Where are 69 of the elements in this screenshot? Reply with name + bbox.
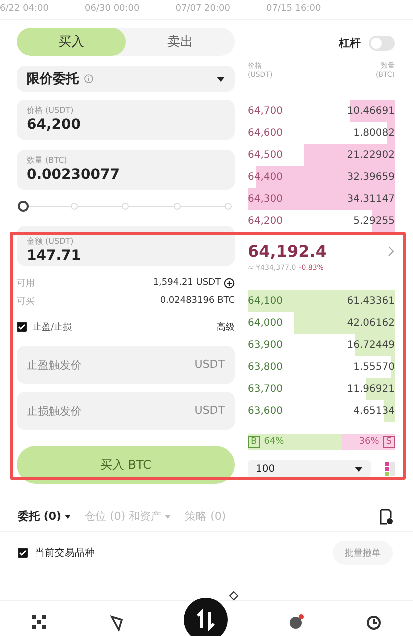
order-price: 64,000 xyxy=(248,318,283,328)
order-amount: 61.43361 xyxy=(347,296,395,306)
checkbox[interactable] xyxy=(18,548,28,558)
order-price: 63,700 xyxy=(248,384,283,394)
caret-icon xyxy=(355,466,363,472)
order-price: 64,300 xyxy=(248,194,283,204)
side-tab[interactable]: 卖出 xyxy=(126,28,235,56)
buy-tag: B xyxy=(248,436,260,448)
checkbox-label: 止盈/止损 xyxy=(33,322,72,334)
advanced-link[interactable]: 高级 xyxy=(217,320,235,334)
axis-label: 07/15 16:00 xyxy=(266,4,322,16)
order-amount: 4.65134 xyxy=(354,406,395,416)
order-price: 64,600 xyxy=(248,128,283,138)
nav-button[interactable] xyxy=(184,598,228,636)
chevron-right-icon xyxy=(388,246,395,257)
balance-label: 可用 xyxy=(17,278,35,290)
order-price: 64,400 xyxy=(248,172,283,182)
checkbox-label: 当前交易品种 xyxy=(35,546,95,560)
diamond-icon xyxy=(229,591,239,601)
field-value: 0.00230077 xyxy=(27,167,121,183)
field-value: 64,200 xyxy=(27,117,82,133)
order-amount: 42.06162 xyxy=(347,318,395,328)
balance-label: 可买 xyxy=(17,296,35,308)
order-price: 63,800 xyxy=(248,362,283,372)
buy-percent: 64% xyxy=(264,437,284,447)
order-amount: 1.80082 xyxy=(354,128,395,138)
balance-value: 1,594.21 USDT xyxy=(153,278,221,288)
order-amount: 1.55570 xyxy=(354,362,395,372)
toggle-switch[interactable] xyxy=(369,36,395,50)
order-amount: 5.29255 xyxy=(354,216,395,226)
order-price: 63,900 xyxy=(248,340,283,350)
axis-label: 6/22 04:00 xyxy=(0,4,50,16)
order-amount: 32.39659 xyxy=(347,172,395,182)
order-price: 64,500 xyxy=(248,150,283,160)
order-amount: 10.46691 xyxy=(347,106,395,116)
order-type-select[interactable]: 限价委托 xyxy=(17,66,235,92)
leverage-label: 杠杆 xyxy=(339,36,361,50)
order-price: 64,200 xyxy=(248,216,283,226)
input-field[interactable]: 价格 (USDT) 64,200 xyxy=(17,100,235,140)
order-amount: 16.72449 xyxy=(347,340,395,350)
field-label: 数量 (BTC) xyxy=(27,155,68,166)
order-amount: 21.22902 xyxy=(347,150,395,160)
order-amount: 34.31147 xyxy=(347,194,395,204)
checkbox[interactable] xyxy=(17,322,27,332)
order-amount: 11.96921 xyxy=(347,384,395,394)
side-tab[interactable]: 买入 xyxy=(17,28,126,56)
field-label: 价格 (USDT) xyxy=(27,105,75,116)
sell-tag: S xyxy=(383,436,395,448)
info-icon xyxy=(84,74,94,84)
unit-label: USDT xyxy=(194,358,225,371)
axis-label: 07/07 20:00 xyxy=(176,4,230,16)
input-field[interactable]: 数量 (BTC) 0.00230077 xyxy=(17,150,235,190)
order-price: 63,600 xyxy=(248,406,283,416)
layout-icon xyxy=(385,462,395,476)
caret-icon xyxy=(217,76,225,82)
input-field[interactable]: 金额 (USDT) 147.71 xyxy=(17,226,235,266)
last-price: 64,192.4 xyxy=(248,242,327,261)
document-icon xyxy=(379,508,393,524)
order-tab[interactable]: 委托 (0) xyxy=(18,509,71,524)
axis-label: 06/30 00:00 xyxy=(85,4,140,16)
sell-percent: 36% xyxy=(359,437,380,447)
field-label: 金额 (USDT) xyxy=(27,236,75,247)
balance-value: 0.02483196 BTC xyxy=(160,296,235,306)
order-price: 64,100 xyxy=(248,296,283,306)
order-price: 64,700 xyxy=(248,106,283,116)
field-value: 147.71 xyxy=(27,248,82,264)
buy-button[interactable]: 买入 BTC xyxy=(17,446,235,484)
depth-select[interactable]: 100 xyxy=(248,460,371,478)
unit-label: USDT xyxy=(194,404,225,417)
